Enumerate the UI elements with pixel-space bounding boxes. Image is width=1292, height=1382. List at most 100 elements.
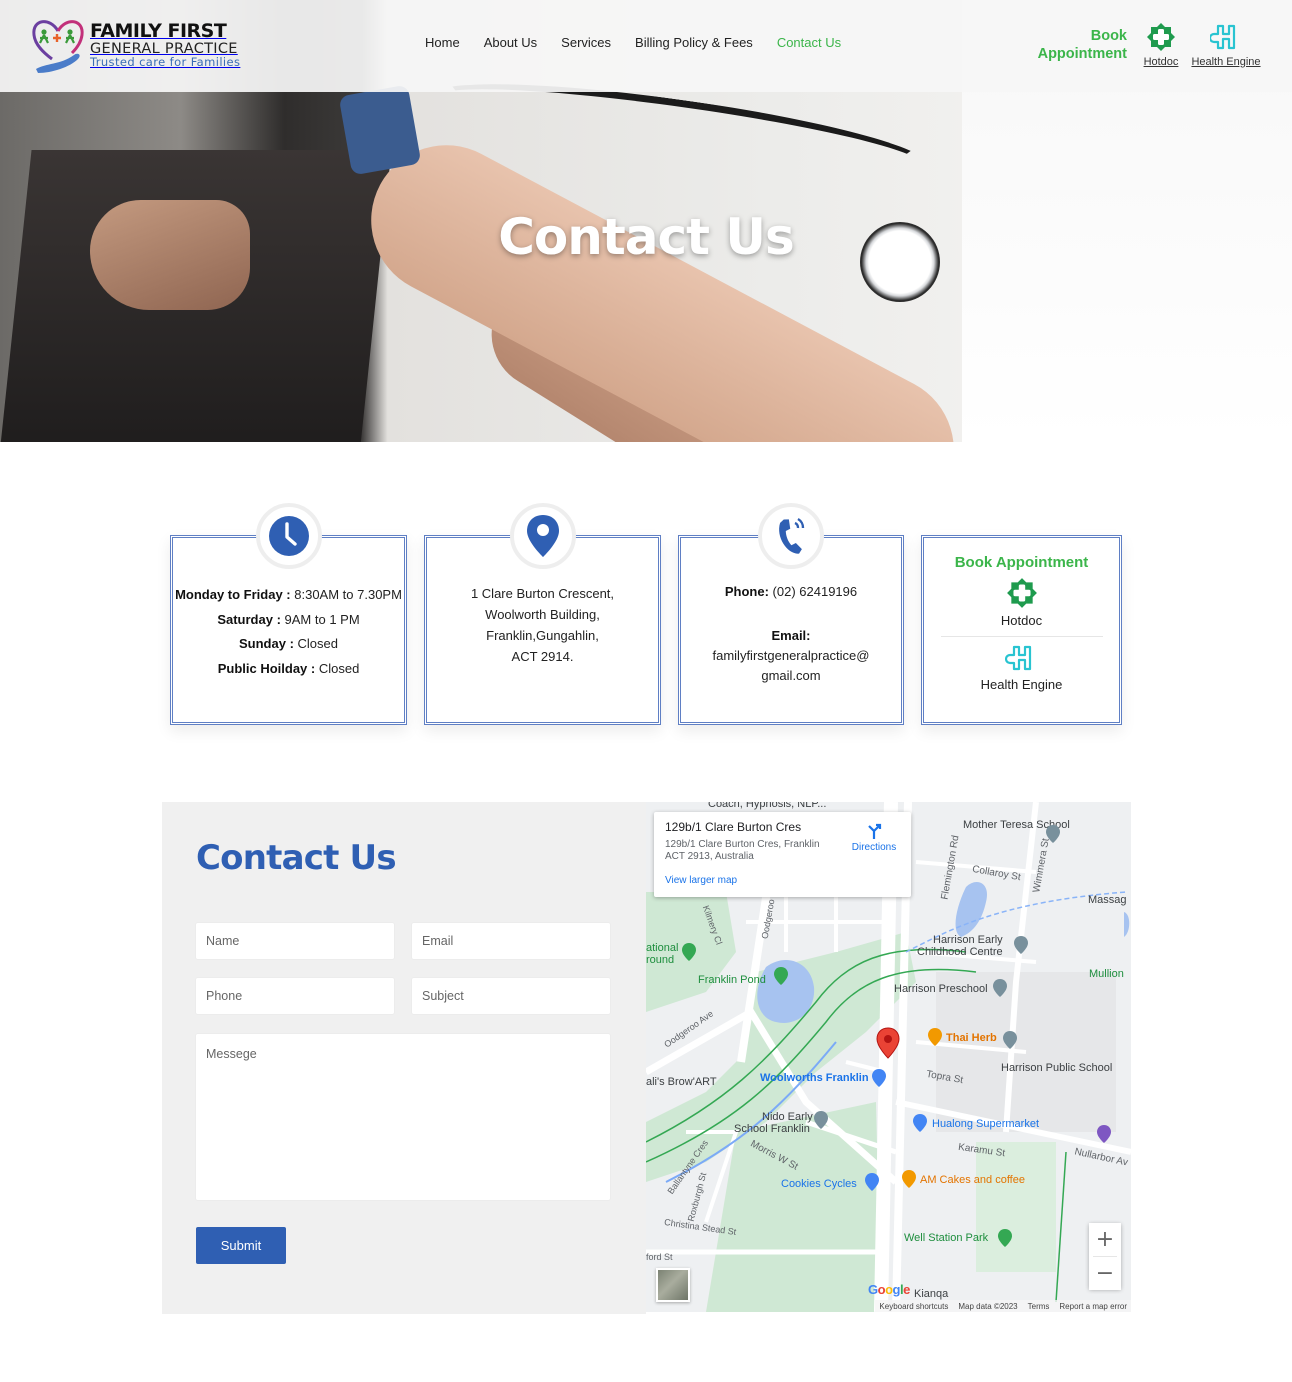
hotdoc-label: Hotdoc [1000,613,1043,628]
satellite-view-toggle[interactable] [656,1268,690,1302]
park-pin-icon[interactable] [773,966,789,986]
restaurant-pin-icon[interactable] [927,1027,943,1047]
map-zoom-controls: + − [1089,1223,1121,1290]
header-health-engine-link[interactable]: Health Engine [1188,22,1264,68]
park-pin-icon[interactable] [997,1228,1013,1248]
location-pin-icon[interactable] [876,1027,900,1059]
bike-shop-pin-icon[interactable] [864,1172,880,1192]
contact-form: Contact Us Submit [162,802,646,1314]
map-label: Harrison Public School [1001,1062,1113,1074]
map-pin-icon [526,515,559,557]
family-heart-hand-logo-icon [32,20,84,73]
divider [940,636,1103,637]
address-line: ACT 2914. [511,649,574,664]
keyboard-shortcuts-link[interactable]: Keyboard shortcuts [879,1302,948,1311]
address-line: Woolworth Building, [485,607,600,622]
main-nav: Home About Us Services Billing Policy & … [425,35,865,50]
shopping-cart-pin-icon[interactable] [871,1068,887,1088]
hotdoc-booking-link[interactable]: Hotdoc [924,577,1119,628]
map-label: Harrison Preschool [894,983,988,995]
book-appointment-line2: Appointment [1037,46,1127,62]
phone-icon [779,517,805,554]
map-label: round [646,954,675,966]
map-label: ford St [646,1252,673,1262]
email-input[interactable] [412,923,610,959]
hotdoc-icon [1006,578,1037,608]
subject-input[interactable] [412,978,610,1014]
email-label: Email: [771,628,811,643]
email-address[interactable]: familyfirstgeneralpractice@ gmail.com [681,646,901,686]
nav-services[interactable]: Services [561,35,611,50]
map-label: Mullion [1089,968,1124,980]
health-engine-booking-link[interactable]: Health Engine [924,643,1119,692]
nav-about-us[interactable]: About Us [484,35,537,50]
book-appointment-card: Book Appointment Hotdoc Health Engine [921,535,1122,725]
hours-sunday: Sunday : Closed [239,636,338,651]
school-pin-icon[interactable] [992,978,1008,998]
map-label: Coach, Hypnosis, NLP... [708,802,827,810]
hero-title: Contact Us [498,208,795,266]
map-label: Kianqa [914,1288,949,1300]
header-hotdoc-link[interactable]: Hotdoc [1140,22,1182,68]
map-label: Thai Herb [946,1032,997,1044]
directions-icon [868,823,882,839]
header-hotdoc-label: Hotdoc [1143,56,1179,68]
school-pin-icon[interactable] [1045,824,1061,844]
phone-input[interactable] [196,978,394,1014]
form-title: Contact Us [196,838,397,878]
nav-billing-policy-fees[interactable]: Billing Policy & Fees [635,35,753,50]
view-larger-map-link[interactable]: View larger map [665,875,737,886]
map-data-attribution: Map data ©2023 [958,1301,1018,1311]
school-pin-icon[interactable] [1002,1030,1018,1050]
hours-saturday: Saturday : 9AM to 1 PM [217,611,360,627]
site-logo[interactable]: FAMILY FIRST GENERAL PRACTICE Trusted ca… [30,15,245,75]
directions-label: Directions [851,842,897,853]
map-label: ali's Brow'ART [646,1076,717,1088]
header-health-engine-label: Health Engine [1191,56,1261,68]
name-input[interactable] [196,923,394,959]
map-attribution-bar: Keyboard shortcuts Map data ©2023 Terms … [875,1300,1131,1312]
clock-icon [268,516,309,556]
nav-home[interactable]: Home [425,35,460,50]
parking-pin-icon[interactable] [1096,1124,1112,1144]
nav-contact-us[interactable]: Contact Us [777,35,841,50]
site-header: FAMILY FIRST GENERAL PRACTICE Trusted ca… [0,0,1292,92]
map-label: AM Cakes and coffee [920,1174,1025,1186]
directions-button[interactable]: Directions [847,822,901,853]
map-label: Nido Early [762,1111,813,1123]
hotdoc-icon [1147,23,1175,51]
map-label: ational [646,942,679,954]
school-pin-icon[interactable] [813,1110,829,1130]
terms-link[interactable]: Terms [1028,1302,1050,1311]
map-place-title: 129b/1 Clare Burton Cres [665,820,802,834]
map-label: Franklin Pond [698,974,766,986]
zoom-out-button[interactable]: − [1089,1257,1121,1290]
book-appointment-line1: Book [1090,28,1127,44]
logo-tagline: Trusted care for Families [90,55,241,69]
map-label: Well Station Park [904,1232,989,1244]
book-appointment-heading: Book Appointment [1038,27,1127,63]
logo-subtitle: GENERAL PRACTICE [90,40,238,57]
phone-email-card: Phone: (02) 62419196 Email: familyfirstg… [678,503,904,725]
phone-number[interactable]: Phone: (02) 62419196 [681,582,901,602]
childcare-pin-icon[interactable] [1013,935,1029,955]
map-label: Hualong Supermarket [932,1118,1040,1130]
book-appointment-title: Book Appointment [954,554,1089,571]
zoom-in-button[interactable]: + [1089,1223,1121,1256]
contact-section: Contact Us Submit [162,802,1131,1314]
park-pin-icon[interactable] [681,942,697,962]
map-place-address: 129b/1 Clare Burton Cres, Franklin ACT 2… [665,839,820,862]
map-place-card: 129b/1 Clare Burton Cres 129b/1 Clare Bu… [654,812,911,897]
map-label: Massag [1088,894,1127,906]
shopping-pin-icon[interactable] [912,1113,928,1133]
message-textarea[interactable] [196,1034,610,1200]
report-map-error-link[interactable]: Report a map error [1059,1302,1127,1311]
address-line: Franklin,Gungahlin, [486,628,599,643]
hours-public-holiday: Public Hoilday : Closed [217,660,360,676]
cafe-pin-icon[interactable] [901,1169,917,1189]
google-map-embed[interactable]: Coach, Hypnosis, NLP... Mother Teresa Sc… [646,802,1131,1312]
address-card: 1 Clare Burton Crescent, Woolworth Build… [424,503,661,725]
map-label: Cookies Cycles [781,1178,857,1190]
submit-button[interactable]: Submit [196,1227,286,1264]
health-engine-label: Health Engine [980,677,1063,692]
